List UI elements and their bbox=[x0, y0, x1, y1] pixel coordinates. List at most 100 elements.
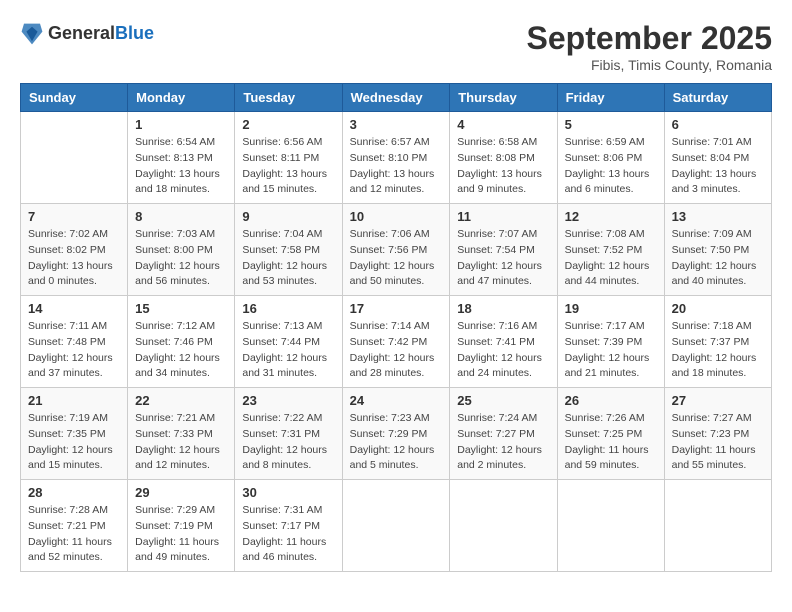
logo: GeneralBlue bbox=[20, 20, 154, 48]
day-number: 21 bbox=[28, 393, 120, 408]
calendar-cell: 5 Sunrise: 6:59 AM Sunset: 8:06 PM Daylig… bbox=[557, 112, 664, 204]
col-header-thursday: Thursday bbox=[450, 84, 557, 112]
col-header-monday: Monday bbox=[128, 84, 235, 112]
day-info: Sunrise: 6:56 AM Sunset: 8:11 PM Dayligh… bbox=[242, 135, 334, 198]
day-info: Sunrise: 6:57 AM Sunset: 8:10 PM Dayligh… bbox=[350, 135, 443, 198]
calendar-cell: 1Sunrise: 6:54 AM Sunset: 8:13 PM Daylig… bbox=[128, 112, 235, 204]
day-info: Sunrise: 7:07 AM Sunset: 7:54 PM Dayligh… bbox=[457, 227, 549, 290]
calendar-cell: 19 Sunrise: 7:17 AM Sunset: 7:39 PM Dayli… bbox=[557, 296, 664, 388]
day-number: 8 bbox=[135, 209, 227, 224]
day-info: Sunrise: 7:06 AM Sunset: 7:56 PM Dayligh… bbox=[350, 227, 443, 290]
week-row-1: 1Sunrise: 6:54 AM Sunset: 8:13 PM Daylig… bbox=[21, 112, 772, 204]
calendar-cell: 28Sunrise: 7:28 AM Sunset: 7:21 PM Dayli… bbox=[21, 480, 128, 572]
calendar-cell: 18 Sunrise: 7:16 AM Sunset: 7:41 PM Dayli… bbox=[450, 296, 557, 388]
day-info: Sunrise: 7:29 AM Sunset: 7:19 PM Dayligh… bbox=[135, 503, 227, 566]
calendar-cell: 29 Sunrise: 7:29 AM Sunset: 7:19 PM Dayli… bbox=[128, 480, 235, 572]
day-number: 19 bbox=[565, 301, 657, 316]
day-number: 18 bbox=[457, 301, 549, 316]
day-number: 23 bbox=[242, 393, 334, 408]
day-number: 15 bbox=[135, 301, 227, 316]
calendar-cell: 11 Sunrise: 7:07 AM Sunset: 7:54 PM Dayli… bbox=[450, 204, 557, 296]
calendar-cell: 16 Sunrise: 7:13 AM Sunset: 7:44 PM Dayli… bbox=[235, 296, 342, 388]
day-info: Sunrise: 7:23 AM Sunset: 7:29 PM Dayligh… bbox=[350, 411, 443, 474]
calendar-cell: 6Sunrise: 7:01 AM Sunset: 8:04 PM Daylig… bbox=[664, 112, 771, 204]
day-number: 22 bbox=[135, 393, 227, 408]
calendar-cell: 2Sunrise: 6:56 AM Sunset: 8:11 PM Daylig… bbox=[235, 112, 342, 204]
location-subtitle: Fibis, Timis County, Romania bbox=[527, 57, 772, 73]
day-info: Sunrise: 7:24 AM Sunset: 7:27 PM Dayligh… bbox=[457, 411, 549, 474]
day-info: Sunrise: 6:54 AM Sunset: 8:13 PM Dayligh… bbox=[135, 135, 227, 198]
day-info: Sunrise: 7:04 AM Sunset: 7:58 PM Dayligh… bbox=[242, 227, 334, 290]
day-info: Sunrise: 7:03 AM Sunset: 8:00 PM Dayligh… bbox=[135, 227, 227, 290]
title-block: September 2025 Fibis, Timis County, Roma… bbox=[527, 20, 772, 73]
day-info: Sunrise: 6:59 AM Sunset: 8:06 PM Dayligh… bbox=[565, 135, 657, 198]
calendar-cell bbox=[342, 480, 450, 572]
calendar-cell: 23 Sunrise: 7:22 AM Sunset: 7:31 PM Dayli… bbox=[235, 388, 342, 480]
calendar-cell: 13 Sunrise: 7:09 AM Sunset: 7:50 PM Dayli… bbox=[664, 204, 771, 296]
month-title: September 2025 bbox=[527, 20, 772, 57]
calendar-cell: 12 Sunrise: 7:08 AM Sunset: 7:52 PM Dayli… bbox=[557, 204, 664, 296]
calendar-cell: 26 Sunrise: 7:26 AM Sunset: 7:25 PM Dayli… bbox=[557, 388, 664, 480]
day-info: Sunrise: 7:12 AM Sunset: 7:46 PM Dayligh… bbox=[135, 319, 227, 382]
day-info: Sunrise: 6:58 AM Sunset: 8:08 PM Dayligh… bbox=[457, 135, 549, 198]
day-info: Sunrise: 7:26 AM Sunset: 7:25 PM Dayligh… bbox=[565, 411, 657, 474]
logo-blue: Blue bbox=[115, 23, 154, 43]
calendar-cell: 3 Sunrise: 6:57 AM Sunset: 8:10 PM Daylig… bbox=[342, 112, 450, 204]
day-number: 3 bbox=[350, 117, 443, 132]
day-number: 7 bbox=[28, 209, 120, 224]
day-number: 13 bbox=[672, 209, 764, 224]
day-number: 24 bbox=[350, 393, 443, 408]
logo-text: GeneralBlue bbox=[48, 24, 154, 44]
day-number: 10 bbox=[350, 209, 443, 224]
day-info: Sunrise: 7:19 AM Sunset: 7:35 PM Dayligh… bbox=[28, 411, 120, 474]
calendar-cell bbox=[664, 480, 771, 572]
calendar-cell bbox=[557, 480, 664, 572]
day-number: 26 bbox=[565, 393, 657, 408]
day-number: 28 bbox=[28, 485, 120, 500]
calendar-cell: 10 Sunrise: 7:06 AM Sunset: 7:56 PM Dayli… bbox=[342, 204, 450, 296]
logo-general: General bbox=[48, 23, 115, 43]
day-info: Sunrise: 7:02 AM Sunset: 8:02 PM Dayligh… bbox=[28, 227, 120, 290]
calendar-table: SundayMondayTuesdayWednesdayThursdayFrid… bbox=[20, 83, 772, 572]
day-info: Sunrise: 7:13 AM Sunset: 7:44 PM Dayligh… bbox=[242, 319, 334, 382]
calendar-header-row: SundayMondayTuesdayWednesdayThursdayFrid… bbox=[21, 84, 772, 112]
week-row-4: 21 Sunrise: 7:19 AM Sunset: 7:35 PM Dayli… bbox=[21, 388, 772, 480]
day-info: Sunrise: 7:14 AM Sunset: 7:42 PM Dayligh… bbox=[350, 319, 443, 382]
col-header-friday: Friday bbox=[557, 84, 664, 112]
calendar-cell: 9 Sunrise: 7:04 AM Sunset: 7:58 PM Daylig… bbox=[235, 204, 342, 296]
calendar-cell: 15 Sunrise: 7:12 AM Sunset: 7:46 PM Dayli… bbox=[128, 296, 235, 388]
calendar-cell: 30 Sunrise: 7:31 AM Sunset: 7:17 PM Dayli… bbox=[235, 480, 342, 572]
day-number: 4 bbox=[457, 117, 549, 132]
calendar-cell bbox=[450, 480, 557, 572]
calendar-cell: 25Sunrise: 7:24 AM Sunset: 7:27 PM Dayli… bbox=[450, 388, 557, 480]
calendar-cell: 27 Sunrise: 7:27 AM Sunset: 7:23 PM Dayli… bbox=[664, 388, 771, 480]
calendar-cell: 4 Sunrise: 6:58 AM Sunset: 8:08 PM Daylig… bbox=[450, 112, 557, 204]
col-header-sunday: Sunday bbox=[21, 84, 128, 112]
day-number: 27 bbox=[672, 393, 764, 408]
day-info: Sunrise: 7:16 AM Sunset: 7:41 PM Dayligh… bbox=[457, 319, 549, 382]
week-row-5: 28Sunrise: 7:28 AM Sunset: 7:21 PM Dayli… bbox=[21, 480, 772, 572]
day-info: Sunrise: 7:31 AM Sunset: 7:17 PM Dayligh… bbox=[242, 503, 334, 566]
col-header-tuesday: Tuesday bbox=[235, 84, 342, 112]
day-info: Sunrise: 7:08 AM Sunset: 7:52 PM Dayligh… bbox=[565, 227, 657, 290]
day-number: 14 bbox=[28, 301, 120, 316]
day-number: 17 bbox=[350, 301, 443, 316]
day-info: Sunrise: 7:09 AM Sunset: 7:50 PM Dayligh… bbox=[672, 227, 764, 290]
day-info: Sunrise: 7:22 AM Sunset: 7:31 PM Dayligh… bbox=[242, 411, 334, 474]
day-number: 5 bbox=[565, 117, 657, 132]
day-number: 12 bbox=[565, 209, 657, 224]
day-number: 30 bbox=[242, 485, 334, 500]
day-info: Sunrise: 7:17 AM Sunset: 7:39 PM Dayligh… bbox=[565, 319, 657, 382]
calendar-cell: 17 Sunrise: 7:14 AM Sunset: 7:42 PM Dayli… bbox=[342, 296, 450, 388]
day-number: 11 bbox=[457, 209, 549, 224]
day-number: 9 bbox=[242, 209, 334, 224]
day-info: Sunrise: 7:01 AM Sunset: 8:04 PM Dayligh… bbox=[672, 135, 764, 198]
logo-icon bbox=[20, 20, 44, 48]
calendar-cell: 24 Sunrise: 7:23 AM Sunset: 7:29 PM Dayli… bbox=[342, 388, 450, 480]
week-row-2: 7 Sunrise: 7:02 AM Sunset: 8:02 PM Daylig… bbox=[21, 204, 772, 296]
week-row-3: 14Sunrise: 7:11 AM Sunset: 7:48 PM Dayli… bbox=[21, 296, 772, 388]
day-number: 29 bbox=[135, 485, 227, 500]
day-info: Sunrise: 7:27 AM Sunset: 7:23 PM Dayligh… bbox=[672, 411, 764, 474]
calendar-cell: 20Sunrise: 7:18 AM Sunset: 7:37 PM Dayli… bbox=[664, 296, 771, 388]
day-number: 16 bbox=[242, 301, 334, 316]
